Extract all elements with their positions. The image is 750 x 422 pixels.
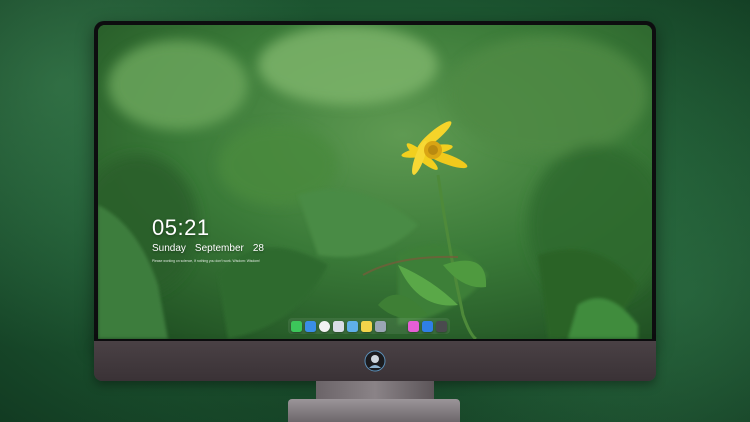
screen: 05:21 Sunday September 28 Please working… [98,25,652,339]
monitor-chin [94,341,656,381]
monitor-bezel: 05:21 Sunday September 28 Please working… [94,21,656,343]
photos-icon[interactable] [375,320,386,332]
wallpaper [98,25,652,339]
messages-icon[interactable] [291,320,302,332]
dock [288,318,450,334]
lock-screen-clock: 05:21 [152,215,210,240]
app-store-icon[interactable] [422,320,433,332]
monitor-stand-base [288,399,460,422]
lock-screen-quote: Please working on science, If nothing yo… [152,259,260,263]
claquette-icon[interactable] [347,320,358,332]
lock-screen-date: Sunday September 28 [152,243,264,254]
date-day: 28 [252,243,264,254]
preview-icon[interactable] [333,320,344,332]
monitor: 05:21 Sunday September 28 Please working… [94,21,656,381]
clock-icon[interactable] [319,320,330,332]
date-weekday: Sunday [152,243,186,254]
date-month: September [194,243,244,254]
itunes-icon[interactable] [408,320,419,332]
finder-icon[interactable] [305,320,316,332]
screenshot-icon[interactable] [436,320,447,332]
notes-icon[interactable] [361,320,372,332]
dock-spacer [389,321,405,332]
brand-logo-icon [364,350,386,372]
